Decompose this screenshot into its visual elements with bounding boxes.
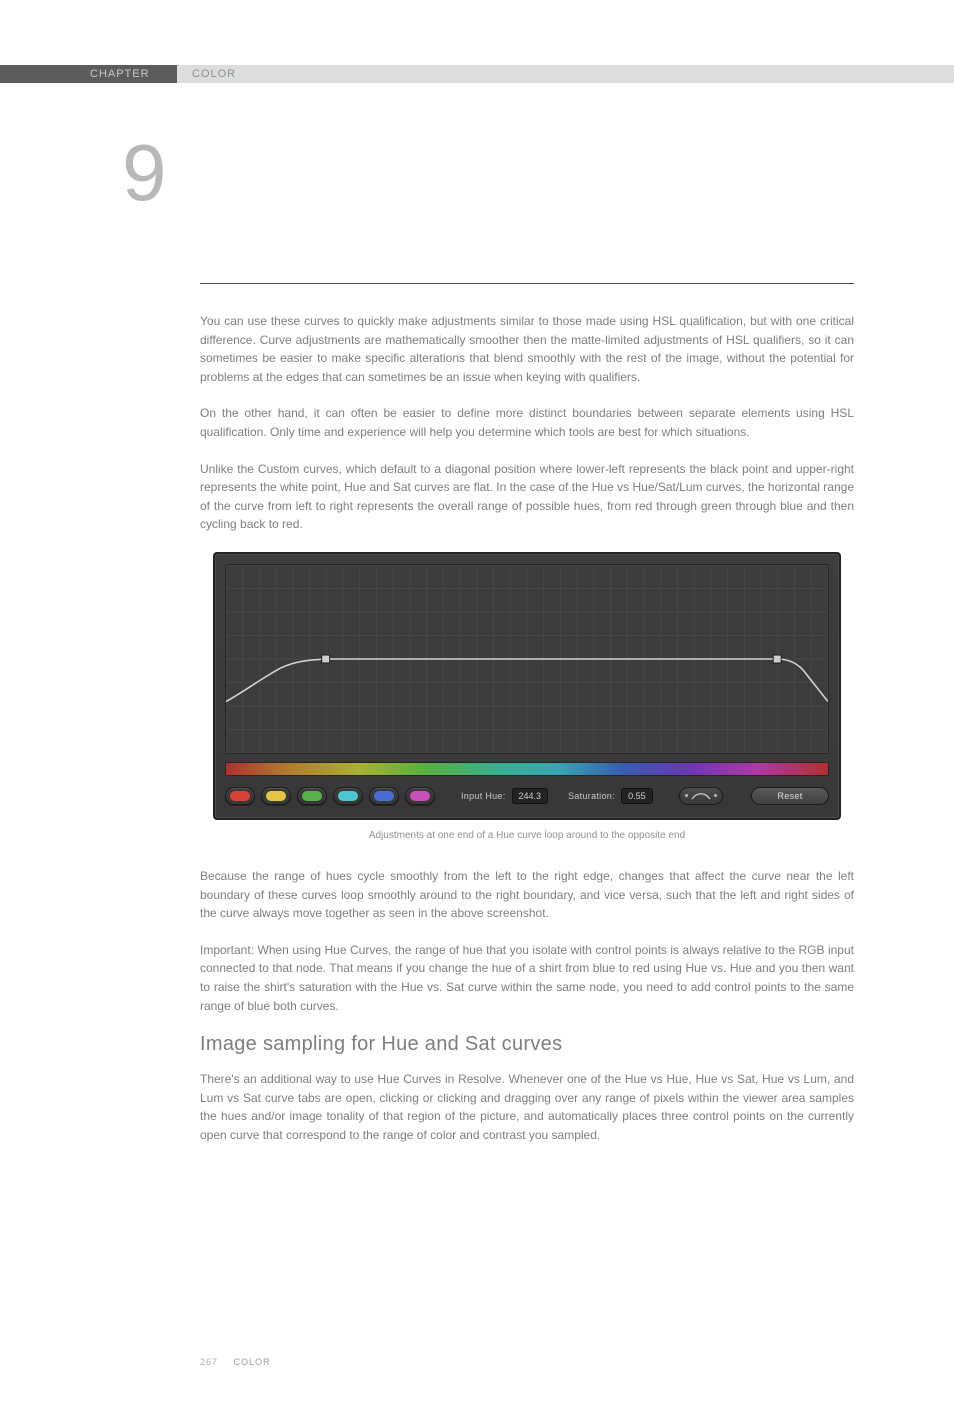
swatch-green[interactable] — [297, 787, 327, 805]
body-paragraph-2: On the other hand, it can often be easie… — [200, 404, 854, 441]
saturation-field[interactable]: 0.55 — [621, 788, 653, 804]
page-header: CHAPTER COLOR — [0, 65, 954, 83]
footer-section-label: COLOR — [234, 1357, 271, 1367]
page-number: 267 — [200, 1357, 218, 1367]
swatch-yellow[interactable] — [261, 787, 291, 805]
swatch-magenta[interactable] — [405, 787, 435, 805]
cursor-icon — [801, 693, 829, 754]
spline-icon — [691, 791, 711, 801]
page-footer: 267 COLOR — [200, 1357, 271, 1367]
body-paragraph-4: Because the range of hues cycle smoothly… — [200, 867, 854, 923]
saturation-label: Saturation: — [568, 791, 615, 801]
body-paragraph-5: Important: When using Hue Curves, the ra… — [200, 941, 854, 1015]
spline-mode-toggle[interactable] — [679, 787, 723, 805]
subheading-image-sampling: Image sampling for Hue and Sat curves — [200, 1033, 854, 1056]
reset-button[interactable]: Reset — [751, 787, 829, 805]
section-rule — [200, 283, 854, 284]
curve-graph-area[interactable] — [225, 564, 829, 754]
swatch-cyan[interactable] — [333, 787, 363, 805]
header-dark-band — [0, 65, 177, 83]
chapter-number: 9 — [122, 133, 167, 213]
body-paragraph-3: Unlike the Custom curves, which default … — [200, 460, 854, 534]
figure-caption: Adjustments at one end of a Hue curve lo… — [194, 830, 860, 841]
input-hue-label: Input Hue: — [461, 791, 506, 801]
curve-editor-panel: Input Hue: 244.3 Saturation: 0.55 Reset — [213, 552, 841, 820]
header-light-band — [177, 65, 954, 83]
hue-spectrum-bar[interactable] — [225, 762, 829, 776]
curve-editor-figure: Input Hue: 244.3 Saturation: 0.55 Reset — [194, 552, 860, 841]
section-label: COLOR — [192, 65, 236, 83]
body-paragraph-1: You can use these curves to quickly make… — [200, 312, 854, 386]
curve-toolbar: Input Hue: 244.3 Saturation: 0.55 Reset — [225, 784, 829, 808]
curve-grid-icon — [226, 565, 828, 753]
swatch-red[interactable] — [225, 787, 255, 805]
swatch-blue[interactable] — [369, 787, 399, 805]
input-hue-field[interactable]: 244.3 — [512, 788, 549, 804]
chapter-label: CHAPTER — [90, 65, 150, 83]
body-paragraph-6: There's an additional way to use Hue Cur… — [200, 1070, 854, 1144]
